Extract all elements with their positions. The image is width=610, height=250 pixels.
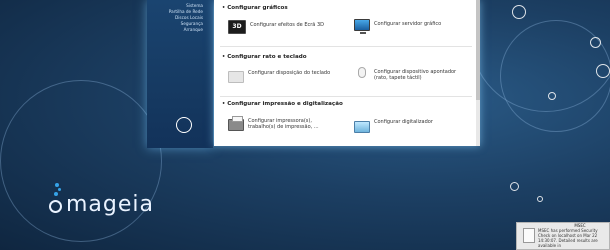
sidebar-ring-decoration (176, 117, 192, 133)
tool-label: Configurar digitalizador (374, 119, 433, 125)
notification-text-line: available in (538, 243, 561, 248)
tool-label: Configurar servidor gráfico (374, 21, 442, 27)
mouse-icon-wrapper (354, 67, 370, 79)
scrollbar[interactable] (476, 0, 480, 146)
control-center-main-panel: • Configurar gráficos 3D Configurar efeit… (214, 0, 480, 146)
background-ring (512, 5, 526, 19)
section-title-text: Configurar rato e teclado (227, 54, 307, 60)
section-title-print-scan: • Configurar impressão e digitalização (222, 101, 343, 107)
background-ring (510, 182, 519, 191)
section-title-mouse-keyboard: • Configurar rato e teclado (222, 54, 307, 60)
tool-3d-effects[interactable]: 3D Configurar efeitos de Ecrã 3D (228, 20, 324, 34)
tool-label-line: trabalho(s) de impressão, ... (248, 124, 319, 130)
logo-bubble (58, 188, 61, 191)
control-center-sidebar: Sistema Partilha de Rede Discos Locais S… (147, 0, 213, 148)
tool-label: Configurar impressora(s), trabalho(s) de… (248, 118, 319, 130)
tool-label: Configurar dispositivo apontador (rato, … (374, 69, 456, 81)
logo-cauldron-icon (49, 200, 62, 213)
mouse-icon (358, 67, 366, 78)
section-title-graphics: • Configurar gráficos (222, 5, 288, 11)
mageia-logo: mageia (44, 183, 174, 223)
tool-keyboard-layout[interactable]: Configurar disposição do teclado (228, 68, 330, 83)
tool-label-line: (rato, tapete táctil) (374, 75, 422, 81)
tool-pointing-device[interactable]: Configurar dispositivo apontador (rato, … (354, 67, 456, 81)
notification-popup[interactable]: MSEC MSEC has performed Security Check o… (516, 222, 610, 250)
sidebar-item-arranque[interactable]: Arranque (147, 27, 213, 33)
printer-icon (228, 116, 244, 131)
tool-scanner[interactable]: Configurar digitalizador (354, 117, 433, 133)
scrollbar-thumb[interactable] (476, 0, 480, 100)
logo-bubble (55, 183, 59, 187)
tool-graphical-server[interactable]: Configurar servidor gráfico (354, 19, 442, 34)
section-title-text: Configurar impressão e digitalização (227, 101, 343, 107)
background-ring (590, 37, 601, 48)
section-divider (220, 96, 472, 97)
section-divider (220, 46, 472, 47)
section-title-text: Configurar gráficos (227, 5, 288, 11)
3d-effects-icon: 3D (228, 20, 246, 34)
tool-label: Configurar efeitos de Ecrã 3D (250, 22, 324, 28)
logo-bubble (54, 192, 58, 196)
keyboard-icon (228, 71, 244, 83)
background-ring (537, 196, 543, 202)
background-ring (596, 64, 610, 78)
document-icon (523, 228, 535, 243)
background-ring (548, 92, 556, 100)
monitor-icon (354, 19, 370, 34)
scanner-icon (354, 121, 370, 133)
logo-wordmark: mageia (66, 192, 155, 217)
tool-label: Configurar disposição do teclado (248, 70, 331, 76)
tool-printers[interactable]: Configurar impressora(s), trabalho(s) de… (228, 116, 319, 131)
